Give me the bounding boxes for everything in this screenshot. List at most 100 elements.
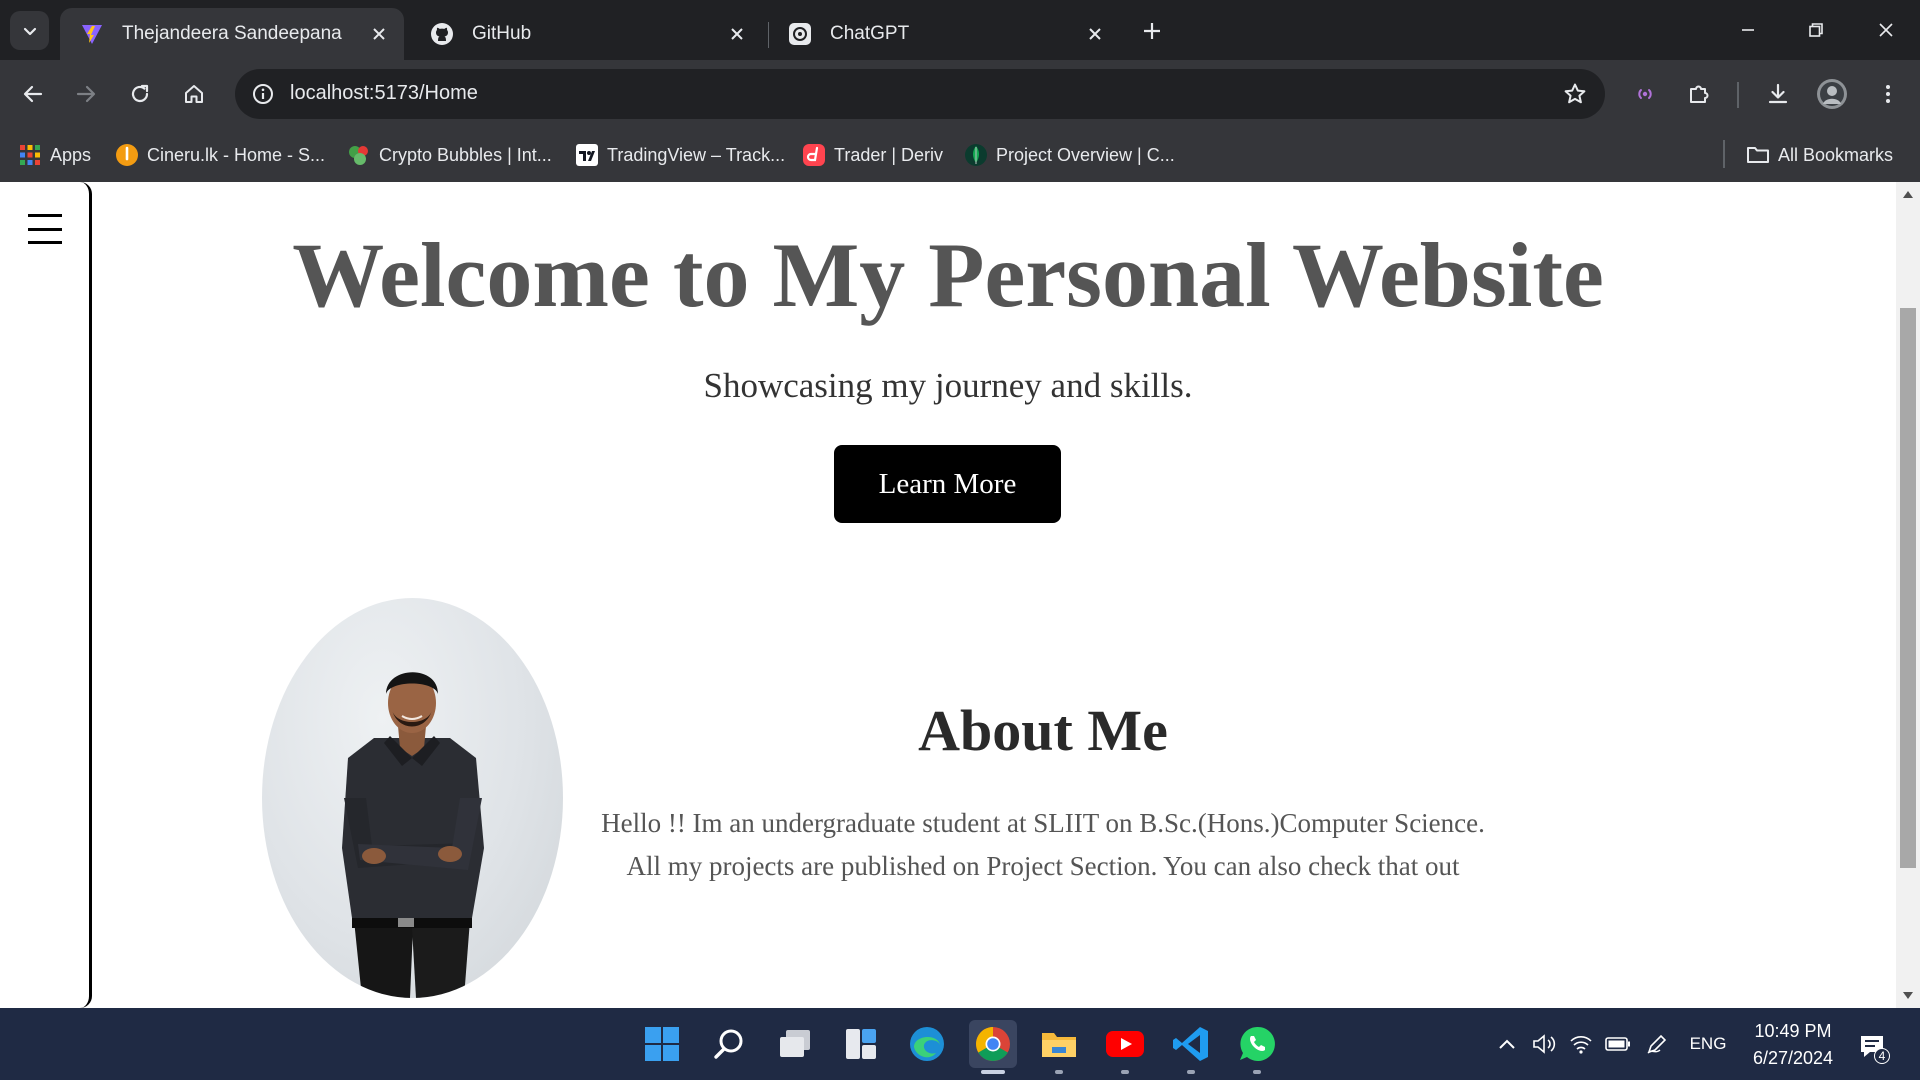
youtube-icon[interactable]	[1101, 1020, 1149, 1074]
file-explorer-icon[interactable]	[1035, 1020, 1083, 1074]
bookmarks-separator	[1723, 140, 1725, 168]
bookmark-star-icon[interactable]	[1557, 76, 1593, 112]
reload-button[interactable]	[120, 74, 160, 114]
volume-icon[interactable]	[1530, 1028, 1558, 1060]
clock-date: 6/27/2024	[1752, 1048, 1834, 1068]
hamburger-menu-icon[interactable]	[28, 214, 62, 244]
back-button[interactable]	[13, 74, 53, 114]
vscode-icon[interactable]	[1167, 1020, 1215, 1074]
url-text[interactable]: localhost:5173/Home	[290, 82, 478, 105]
bookmark-label: Trader | Deriv	[834, 144, 944, 165]
downloads-button[interactable]	[1758, 74, 1798, 114]
toolbar-separator	[1737, 82, 1739, 108]
scrollbar-thumb[interactable]	[1900, 308, 1916, 868]
broadcast-icon	[1638, 89, 1652, 99]
close-icon	[1879, 23, 1893, 37]
scroll-up-icon[interactable]	[1902, 188, 1914, 200]
cineru-icon	[115, 143, 139, 167]
language-indicator[interactable]: ENG	[1683, 1028, 1733, 1060]
extensions-button[interactable]	[1679, 74, 1719, 114]
new-tab-button[interactable]	[1137, 16, 1167, 46]
bookmark-deriv[interactable]: Trader | Deriv	[802, 140, 943, 170]
clock-time: 10:49 PM	[1754, 1021, 1832, 1041]
minimize-icon	[1742, 29, 1754, 31]
plus-icon	[1144, 23, 1160, 39]
learn-more-button[interactable]: Learn More	[834, 445, 1061, 523]
home-button[interactable]	[174, 74, 214, 114]
restore-icon	[1809, 23, 1823, 37]
scroll-down-icon[interactable]	[1902, 990, 1914, 1002]
running-indicator	[1253, 1070, 1261, 1074]
all-bookmarks-label: All Bookmarks	[1778, 144, 1894, 165]
person-portrait-icon	[342, 672, 484, 998]
vite-icon	[80, 22, 104, 46]
bookmark-crypto-bubbles[interactable]: Crypto Bubbles | Int...	[347, 140, 552, 170]
bookmark-label: Project Overview | C...	[996, 144, 1175, 165]
chevron-down-icon	[23, 27, 36, 35]
bookmark-cineru[interactable]: Cineru.lk - Home - S...	[115, 140, 325, 170]
minimize-button[interactable]	[1714, 0, 1782, 60]
avatar-icon	[1817, 79, 1847, 109]
puzzle-icon	[1690, 85, 1709, 103]
edge-icon[interactable]	[903, 1020, 951, 1068]
chatgpt-icon	[788, 22, 812, 46]
hero-title: Welcome to My Personal Website	[292, 224, 1604, 326]
bookmark-label: Apps	[50, 144, 92, 165]
tab-thejandeera[interactable]: Thejandeera Sandeepana	[60, 8, 404, 60]
github-icon	[430, 22, 454, 46]
hero-subtitle: Showcasing my journey and skills.	[703, 366, 1193, 405]
tab-search-button[interactable]	[10, 11, 49, 50]
whatsapp-icon[interactable]	[1233, 1020, 1281, 1074]
deriv-icon	[802, 143, 826, 167]
menu-button[interactable]	[1868, 74, 1908, 114]
show-hidden-icons[interactable]	[1493, 1028, 1521, 1060]
folder-icon	[1746, 143, 1770, 167]
notification-center-button[interactable]: 4	[1854, 1028, 1890, 1064]
media-cast-button[interactable]	[1625, 74, 1665, 114]
all-bookmarks-button[interactable]: All Bookmarks	[1746, 140, 1893, 170]
pen-icon[interactable]	[1643, 1028, 1671, 1060]
browser-toolbar: localhost:5173/Home	[0, 60, 1920, 128]
site-info-icon[interactable]	[243, 74, 283, 114]
running-indicator	[1055, 1070, 1063, 1074]
restore-button[interactable]	[1782, 0, 1850, 60]
chrome-icon[interactable]	[969, 1020, 1017, 1074]
close-tab-icon[interactable]	[1082, 21, 1108, 47]
profile-avatar[interactable]	[1812, 74, 1852, 114]
arrow-left-icon	[23, 85, 43, 103]
bookmark-apps[interactable]: Apps	[18, 140, 91, 170]
battery-icon[interactable]	[1603, 1028, 1633, 1060]
system-clock[interactable]: 10:49 PM 6/27/2024	[1738, 1018, 1848, 1072]
about-title: About Me	[918, 698, 1168, 763]
bookmark-label: Crypto Bubbles | Int...	[379, 144, 552, 165]
running-indicator	[1121, 1070, 1129, 1074]
notification-count-badge: 4	[1874, 1048, 1890, 1064]
bookmark-tradingview[interactable]: TradingView – Track...	[575, 140, 785, 170]
widgets-icon[interactable]	[837, 1020, 885, 1068]
bookmarks-bar: Apps Cineru.lk - Home - S... Crypto Bubb…	[0, 128, 1920, 182]
page-scrollbar[interactable]	[1896, 182, 1920, 1008]
apps-grid-icon	[18, 143, 42, 167]
about-text: Hello !! Im an undergraduate student at …	[601, 808, 1485, 881]
network-icon[interactable]	[1567, 1028, 1595, 1060]
search-icon[interactable]	[705, 1020, 753, 1068]
kebab-menu-icon	[1886, 85, 1890, 103]
windows-taskbar: ENG 10:49 PM 6/27/2024 4	[0, 1008, 1920, 1080]
tab-github[interactable]: GitHub	[410, 8, 762, 60]
task-view-icon[interactable]	[771, 1020, 819, 1068]
close-tab-icon[interactable]	[724, 21, 750, 47]
tab-title: ChatGPT	[830, 23, 910, 44]
mongodb-leaf-icon	[964, 143, 988, 167]
windows-start-icon[interactable]	[638, 1020, 686, 1068]
forward-button[interactable]	[66, 74, 106, 114]
side-nav-drawer	[0, 182, 92, 1008]
chevron-up-icon	[1499, 1039, 1515, 1049]
address-bar[interactable]: localhost:5173/Home	[235, 69, 1605, 119]
bookmark-project-overview[interactable]: Project Overview | C...	[964, 140, 1175, 170]
running-indicator	[1187, 1070, 1195, 1074]
close-tab-icon[interactable]	[366, 21, 392, 47]
close-window-button[interactable]	[1852, 0, 1920, 60]
tab-title: GitHub	[472, 23, 532, 44]
tab-title: Thejandeera Sandeepana	[122, 23, 342, 44]
tab-chatgpt[interactable]: ChatGPT	[768, 8, 1120, 60]
